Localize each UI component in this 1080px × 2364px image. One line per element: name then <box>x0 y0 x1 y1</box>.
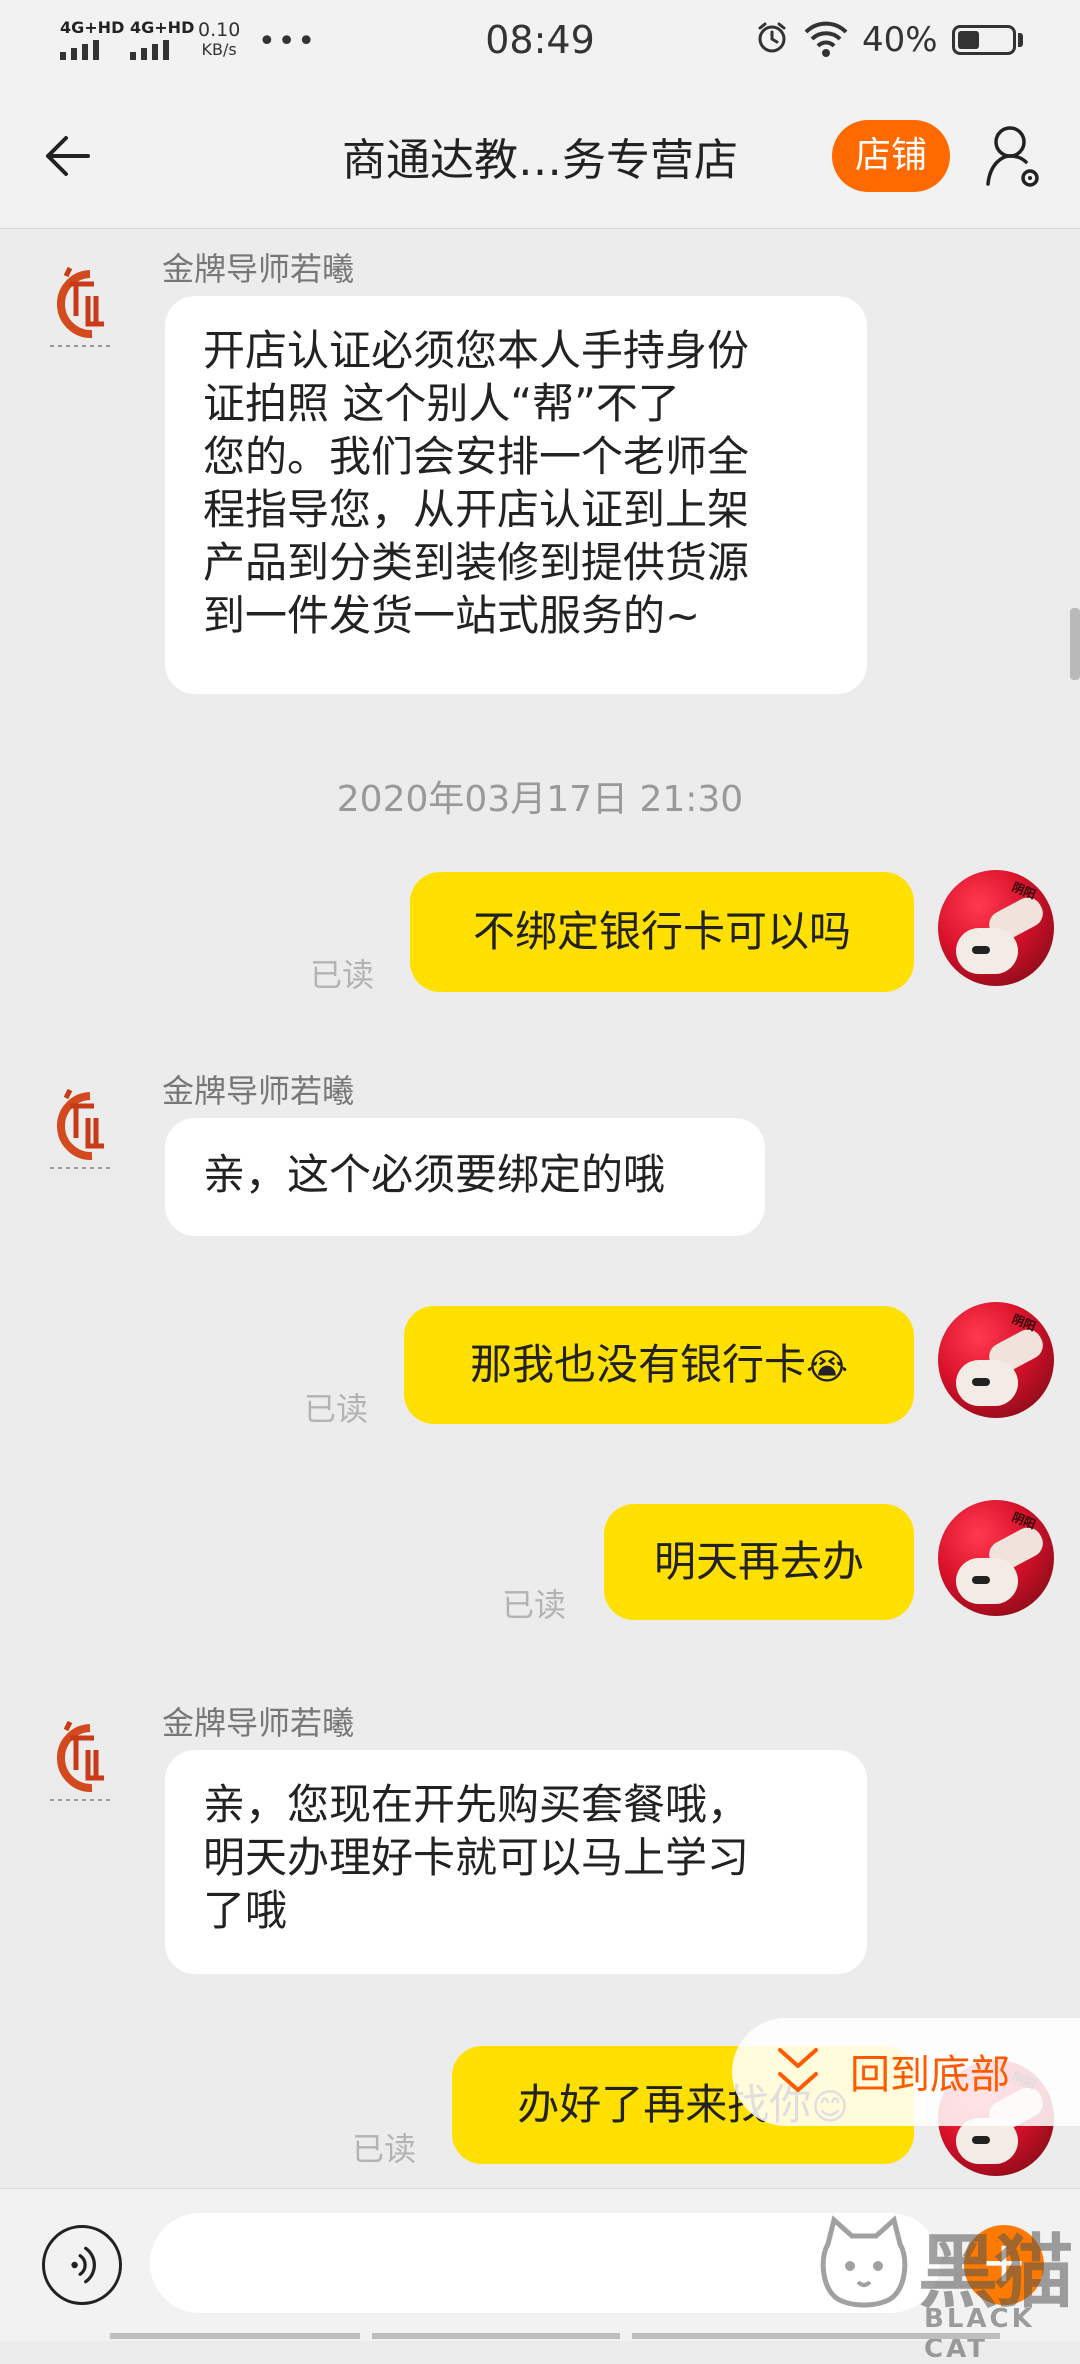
double-chevron-down-icon <box>778 2048 818 2092</box>
user-settings-icon[interactable] <box>984 122 1044 190</box>
message-text: 那我也没有银行卡 <box>469 1340 806 1389</box>
back-to-bottom-button[interactable]: 回到底部 <box>732 2018 1080 2126</box>
page-title: 商通达教…务专营店 <box>342 135 738 186</box>
shop-avatar-icon[interactable] <box>30 256 126 352</box>
incoming-message-1[interactable]: 开店认证必须您本人手持身份 证拍照 这个别人“帮”不了 您的。我们会安排一个老师… <box>165 296 867 694</box>
alarm-icon <box>758 22 786 53</box>
crying-emoji-icon: 😭 <box>805 1347 849 1388</box>
battery-icon <box>952 25 1016 55</box>
user-avatar[interactable]: 阴阳 <box>938 1500 1054 1616</box>
sender-name: 金牌导师若曦 <box>162 1072 355 1110</box>
read-receipt: 已读 <box>304 1390 369 1428</box>
message-line: 您的。我们会安排一个老师全 <box>203 432 750 481</box>
message-line: 亲，您现在开先购买套餐哦， <box>203 1780 750 1829</box>
outgoing-message-3[interactable]: 明天再去办 <box>604 1504 914 1620</box>
sender-name: 金牌导师若曦 <box>162 1704 355 1742</box>
wifi-icon <box>804 21 848 57</box>
read-receipt: 已读 <box>310 956 375 994</box>
sender-name: 金牌导师若曦 <box>162 250 355 288</box>
message-line: 证拍照 这个别人“帮”不了 <box>203 379 680 428</box>
shop-button[interactable]: 店铺 <box>832 120 950 192</box>
user-avatar[interactable]: 阴阳 <box>938 1302 1054 1418</box>
read-receipt: 已读 <box>352 2130 417 2168</box>
message-line: 明天办理好卡就可以马上学习 <box>203 1833 750 1882</box>
chat-scrollbar[interactable] <box>1070 608 1080 680</box>
battery-level <box>958 31 979 49</box>
bottom-divider <box>110 2333 1000 2339</box>
message-line: 开店认证必须您本人手持身份 <box>203 326 750 375</box>
user-avatar[interactable]: 阴阳 <box>938 870 1054 986</box>
back-arrow-icon[interactable] <box>40 128 96 184</box>
battery-tip <box>1018 33 1023 47</box>
chat-timestamp: 2020年03月17日 21:30 <box>336 779 744 820</box>
message-line: 产品到分类到装修到提供货源 <box>203 538 750 587</box>
back-to-bottom-label: 回到底部 <box>850 2052 1010 2098</box>
chat-header: 商通达教…务专营店 店铺 <box>0 84 1080 229</box>
outgoing-message-2[interactable]: 那我也没有银行卡😭 <box>404 1306 914 1424</box>
message-line: 程指导您，从开店认证到上架 <box>203 485 750 534</box>
shop-avatar-icon[interactable] <box>30 1710 126 1806</box>
shop-avatar-icon[interactable] <box>30 1078 126 1174</box>
status-bar: 4G+HD 4G+HD 0.10 KB/s ••• 08:49 40% <box>0 0 1080 84</box>
watermark-logo: 黑猫 BLACK CAT <box>806 2208 1080 2364</box>
black-cat-icon <box>820 2215 908 2308</box>
voice-input-icon[interactable] <box>42 2225 122 2305</box>
read-receipt: 已读 <box>502 1586 567 1624</box>
incoming-message-3[interactable]: 亲，您现在开先购买套餐哦， 明天办理好卡就可以马上学习 了哦 <box>165 1750 867 1974</box>
incoming-message-2[interactable]: 亲，这个必须要绑定的哦 <box>165 1118 765 1236</box>
battery-percent: 40% <box>862 20 938 60</box>
message-line: 了哦 <box>203 1886 288 1935</box>
outgoing-message-1[interactable]: 不绑定银行卡可以吗 <box>410 872 914 992</box>
message-line: 到一件发货一站式服务的~ <box>203 591 701 640</box>
